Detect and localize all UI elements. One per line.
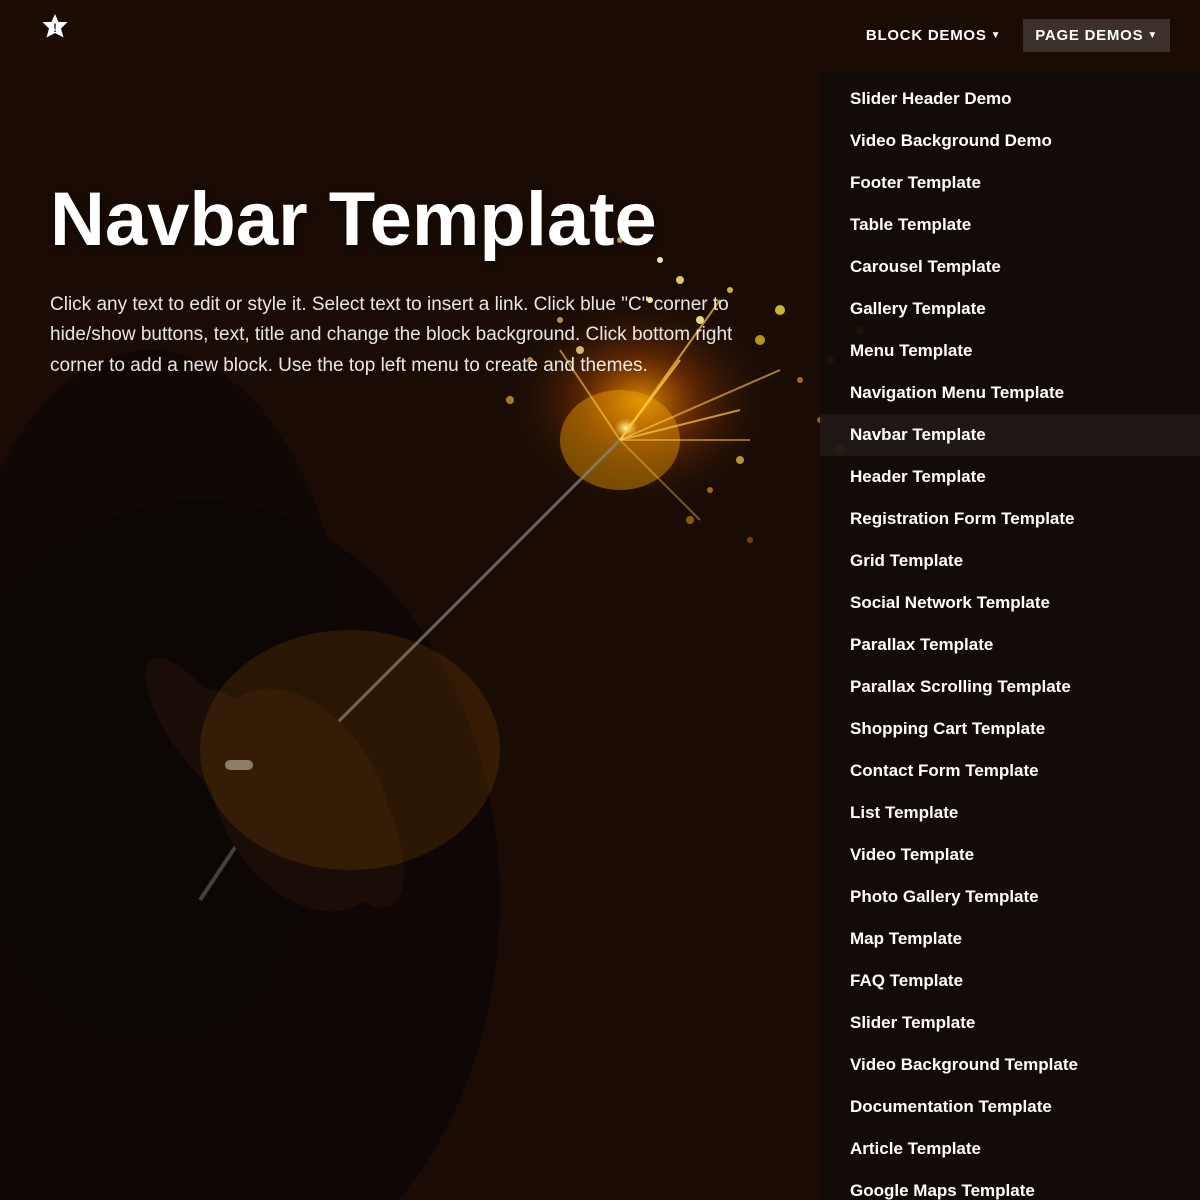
- navbar-logo[interactable]: !: [30, 10, 80, 60]
- dropdown-item-list-template[interactable]: List Template: [820, 792, 1200, 834]
- dropdown-item-parallax-template[interactable]: Parallax Template: [820, 624, 1200, 666]
- dropdown-item-contact-form-template[interactable]: Contact Form Template: [820, 750, 1200, 792]
- svg-text:!: !: [53, 21, 57, 35]
- hero-subtitle: Click any text to edit or style it. Sele…: [50, 290, 770, 381]
- page-demos-menu[interactable]: PAGE DEMOS ▼: [1023, 19, 1170, 52]
- navbar-navigation: BLOCK DEMOS ▼ PAGE DEMOS ▼: [854, 19, 1170, 52]
- page-demos-dropdown: Slider Header DemoVideo Background DemoF…: [820, 70, 1200, 1200]
- dropdown-item-registration-form-template[interactable]: Registration Form Template: [820, 498, 1200, 540]
- dropdown-item-social-network-template[interactable]: Social Network Template: [820, 582, 1200, 624]
- block-demos-chevron-icon: ▼: [991, 30, 1002, 41]
- dropdown-item-menu-template[interactable]: Menu Template: [820, 330, 1200, 372]
- dropdown-item-footer-template[interactable]: Footer Template: [820, 162, 1200, 204]
- dropdown-item-faq-template[interactable]: FAQ Template: [820, 960, 1200, 1002]
- dropdown-item-navbar-template[interactable]: Navbar Template: [820, 414, 1200, 456]
- dropdown-item-grid-template[interactable]: Grid Template: [820, 540, 1200, 582]
- dropdown-item-documentation-template[interactable]: Documentation Template: [820, 1086, 1200, 1128]
- dropdown-item-table-template[interactable]: Table Template: [820, 204, 1200, 246]
- dropdown-item-header-template[interactable]: Header Template: [820, 456, 1200, 498]
- logo-badge-icon: !: [32, 12, 78, 58]
- dropdown-item-slider-template[interactable]: Slider Template: [820, 1002, 1200, 1044]
- block-demos-label: BLOCK DEMOS: [866, 27, 987, 44]
- dropdown-item-video-background-template[interactable]: Video Background Template: [820, 1044, 1200, 1086]
- dropdown-item-gallery-template[interactable]: Gallery Template: [820, 288, 1200, 330]
- dropdown-item-navigation-menu-template[interactable]: Navigation Menu Template: [820, 372, 1200, 414]
- navbar: ! BLOCK DEMOS ▼ PAGE DEMOS ▼: [0, 0, 1200, 70]
- dropdown-item-video-template[interactable]: Video Template: [820, 834, 1200, 876]
- page-demos-chevron-icon: ▼: [1147, 30, 1158, 41]
- dropdown-item-photo-gallery-template[interactable]: Photo Gallery Template: [820, 876, 1200, 918]
- dropdown-item-video-background-demo[interactable]: Video Background Demo: [820, 120, 1200, 162]
- dropdown-item-slider-header-demo[interactable]: Slider Header Demo: [820, 78, 1200, 120]
- page-demos-label: PAGE DEMOS: [1035, 27, 1143, 44]
- dropdown-item-article-template[interactable]: Article Template: [820, 1128, 1200, 1170]
- dropdown-item-google-maps-template[interactable]: Google Maps Template: [820, 1170, 1200, 1200]
- hero-title: Navbar Template: [50, 180, 770, 260]
- dropdown-item-shopping-cart-template[interactable]: Shopping Cart Template: [820, 708, 1200, 750]
- hero-content: Navbar Template Click any text to edit o…: [50, 180, 770, 381]
- dropdown-item-map-template[interactable]: Map Template: [820, 918, 1200, 960]
- dropdown-item-parallax-scrolling-template[interactable]: Parallax Scrolling Template: [820, 666, 1200, 708]
- dropdown-item-carousel-template[interactable]: Carousel Template: [820, 246, 1200, 288]
- block-demos-menu[interactable]: BLOCK DEMOS ▼: [854, 19, 1013, 52]
